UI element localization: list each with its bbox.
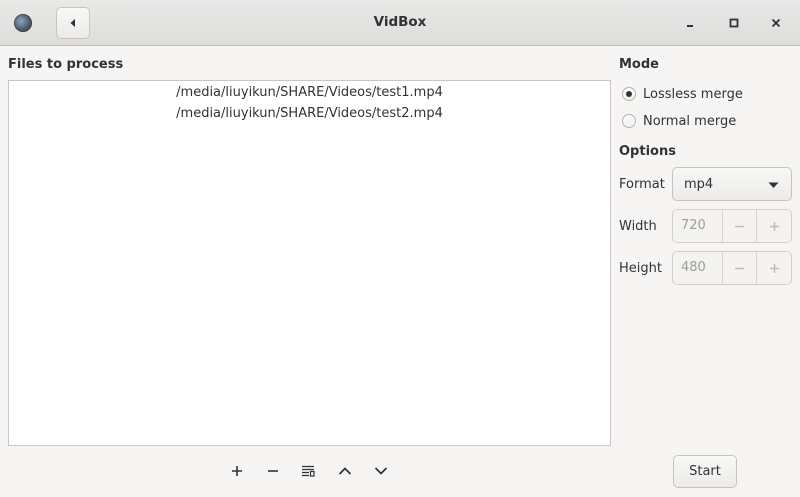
- move-down-icon: [374, 467, 388, 475]
- close-icon: [771, 18, 781, 28]
- mode-heading: Mode: [619, 57, 659, 72]
- move-down-button[interactable]: [368, 458, 394, 484]
- width-label: Width: [619, 219, 657, 234]
- height-field[interactable]: 480: [673, 252, 722, 284]
- remove-file-button[interactable]: [260, 458, 286, 484]
- properties-icon: [302, 465, 315, 477]
- radio-selected-indicator[interactable]: [622, 87, 636, 101]
- minimize-icon: [687, 25, 693, 27]
- list-item[interactable]: /media/liuyikun/SHARE/Videos/test1.mp4: [9, 82, 610, 103]
- header-bar: VidBox: [0, 0, 800, 46]
- normal-merge-radio[interactable]: Normal merge: [622, 111, 736, 131]
- app-window: VidBox Files to process /media/liuyikun/…: [0, 0, 800, 497]
- radio-indicator[interactable]: [622, 114, 636, 128]
- maximize-button[interactable]: [723, 12, 745, 34]
- lossless-merge-radio[interactable]: Lossless merge: [622, 84, 743, 104]
- move-up-button[interactable]: [332, 458, 358, 484]
- height-decrement-button[interactable]: [721, 252, 757, 284]
- format-label: Format: [619, 177, 665, 192]
- height-increment-button[interactable]: [756, 252, 791, 284]
- minimize-button[interactable]: [679, 12, 701, 34]
- minus-icon: [734, 225, 744, 227]
- height-label: Height: [619, 261, 662, 276]
- width-decrement-button[interactable]: [721, 210, 757, 242]
- add-file-button[interactable]: [224, 458, 250, 484]
- height-spinbutton[interactable]: 480: [672, 251, 792, 285]
- remove-icon: [268, 470, 278, 472]
- width-increment-button[interactable]: [756, 210, 791, 242]
- dropdown-arrow-icon: [768, 182, 779, 188]
- minus-icon: [734, 267, 744, 269]
- radio-label: Lossless merge: [643, 86, 743, 102]
- format-value: mp4: [684, 177, 714, 192]
- plus-icon: [769, 221, 779, 231]
- move-up-icon: [338, 467, 352, 475]
- files-list[interactable]: /media/liuyikun/SHARE/Videos/test1.mp4 /…: [8, 80, 611, 446]
- format-dropdown[interactable]: mp4: [672, 167, 792, 201]
- width-spinbutton[interactable]: 720: [672, 209, 792, 243]
- list-item[interactable]: /media/liuyikun/SHARE/Videos/test2.mp4: [9, 103, 610, 124]
- width-field[interactable]: 720: [673, 210, 722, 242]
- options-heading: Options: [619, 144, 676, 159]
- files-heading: Files to process: [8, 57, 124, 72]
- add-icon: [232, 466, 242, 476]
- start-button[interactable]: Start: [673, 455, 737, 488]
- radio-label: Normal merge: [643, 113, 737, 129]
- plus-icon: [769, 263, 779, 273]
- file-properties-button[interactable]: [295, 458, 321, 484]
- close-button[interactable]: [765, 12, 787, 34]
- maximize-icon: [729, 18, 739, 28]
